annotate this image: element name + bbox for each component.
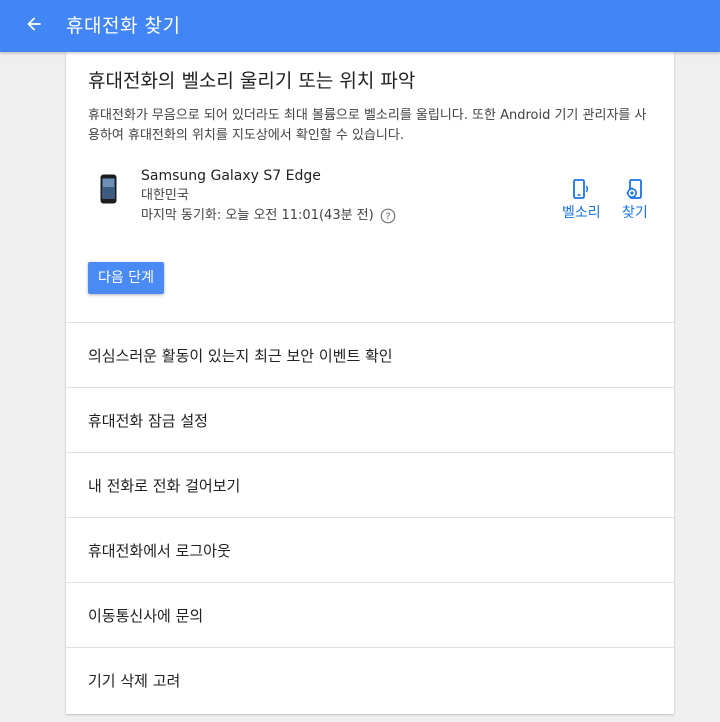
list-item-lock-phone[interactable]: 휴대전화 잠금 설정	[66, 387, 674, 452]
section-title: 휴대전화의 벨소리 울리기 또는 위치 파악	[88, 70, 416, 92]
device-name: Samsung Galaxy S7 Edge	[141, 168, 321, 184]
find-button[interactable]: 찾기	[622, 178, 648, 222]
back-button[interactable]	[20, 12, 48, 40]
locate-phone-icon	[623, 178, 647, 202]
help-circle-icon[interactable]: ?	[380, 208, 396, 224]
list-item-call-phone[interactable]: 내 전화로 전화 걸어보기	[66, 452, 674, 517]
svg-text:?: ?	[385, 212, 390, 223]
next-step-button[interactable]: 다음 단계	[88, 262, 164, 294]
ring-label: 벨소리	[562, 205, 601, 221]
page-title: 휴대전화 찾기	[66, 15, 181, 37]
list-item-security-events[interactable]: 의심스러운 활동이 있는지 최근 보안 이벤트 확인	[66, 322, 674, 387]
device-last-sync: 마지막 동기화: 오늘 오전 11:01(43분 전) ?	[141, 206, 396, 226]
action-list: 의심스러운 활동이 있는지 최근 보안 이벤트 확인 휴대전화 잠금 설정 내 …	[66, 322, 674, 712]
device-country: 대한민국	[141, 188, 189, 203]
section-description: 휴대전화가 무음으로 되어 있더라도 최대 볼륨으로 벨소리를 울립니다. 또한…	[88, 108, 647, 143]
list-item-contact-carrier[interactable]: 이동통신사에 문의	[66, 582, 674, 647]
find-phone-card: 휴대전화의 벨소리 울리기 또는 위치 파악 휴대전화가 무음으로 되어 있더라…	[66, 52, 674, 714]
list-item-erase-device[interactable]: 기기 삭제 고려	[66, 647, 674, 712]
phone-ring-icon	[569, 178, 593, 202]
ring-button[interactable]: 벨소리	[562, 178, 601, 222]
find-label: 찾기	[622, 205, 648, 221]
last-sync-text: 마지막 동기화: 오늘 오전 11:01(43분 전)	[141, 208, 374, 223]
app-bar: 휴대전화 찾기	[0, 0, 720, 52]
list-item-sign-out[interactable]: 휴대전화에서 로그아웃	[66, 517, 674, 582]
arrow-back-icon	[24, 14, 44, 38]
device-row: Samsung Galaxy S7 Edge 대한민국 마지막 동기화: 오늘 …	[66, 162, 674, 232]
smartphone-icon	[100, 174, 117, 204]
